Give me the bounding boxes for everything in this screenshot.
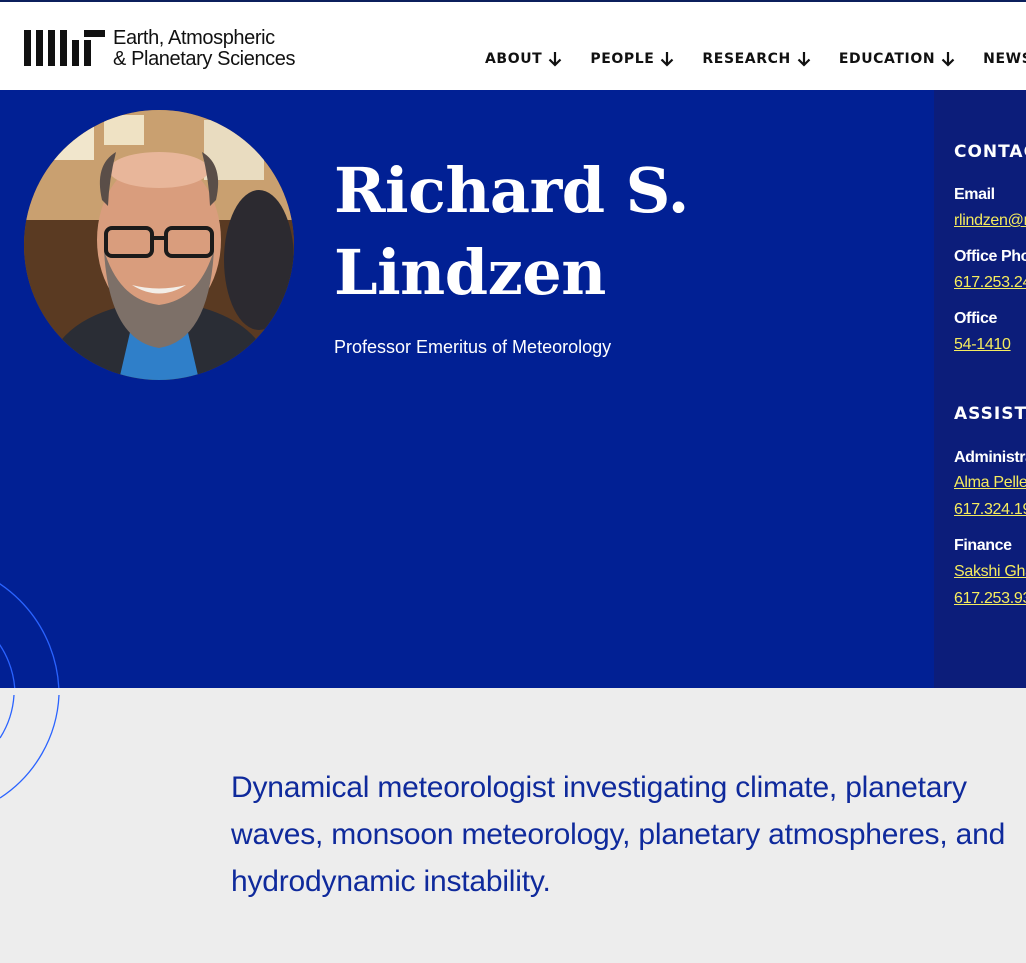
profile-photo xyxy=(24,110,294,380)
profile-title: Professor Emeritus of Meteorology xyxy=(334,337,612,357)
admin-label: Administrative xyxy=(954,449,1026,466)
research-summary: Dynamical meteorologist investigating cl… xyxy=(231,771,1006,898)
nav-about-label: ABOUT xyxy=(485,51,543,67)
site-header: Earth, Atmospheric & Planetary Sciences … xyxy=(0,0,1026,90)
email-link[interactable]: rlindzen@mit.edu xyxy=(954,212,1026,230)
nav-news[interactable]: NEWS + I xyxy=(983,51,1026,67)
arrow-down-icon xyxy=(941,52,955,67)
nav-people[interactable]: PEOPLE xyxy=(590,51,674,67)
logo-text: Earth, Atmospheric & Planetary Sciences xyxy=(113,27,296,70)
name-line-2: Lindzen xyxy=(334,236,606,309)
decorative-circles xyxy=(0,583,60,688)
email-label: Email xyxy=(954,186,995,203)
admin-phone-link[interactable]: 617.324.1947 xyxy=(954,501,1026,519)
site-logo[interactable]: Earth, Atmospheric & Planetary Sciences xyxy=(24,27,296,70)
phone-link[interactable]: 617.253.2432 xyxy=(954,274,1026,292)
office-label: Office xyxy=(954,310,997,327)
admin-name-link[interactable]: Alma Pellecchia xyxy=(954,474,1026,492)
nav-education[interactable]: EDUCATION xyxy=(839,51,955,67)
phone-label: Office Phone xyxy=(954,248,1026,265)
nav-research-label: RESEARCH xyxy=(702,51,791,67)
finance-phone-link[interactable]: 617.253.9354 xyxy=(954,590,1026,608)
office-link[interactable]: 54-1410 xyxy=(954,336,1011,354)
mit-logo-mark xyxy=(24,30,105,68)
profile-hero: Richard S. Lindzen Professor Emeritus of… xyxy=(0,90,934,688)
nav-news-label: NEWS + I xyxy=(983,51,1026,67)
nav-people-label: PEOPLE xyxy=(590,51,655,67)
arrow-down-icon xyxy=(797,52,811,67)
main-nav: ABOUT PEOPLE RESEARCH EDUCATION NEWS + I xyxy=(485,51,1026,67)
portrait-image xyxy=(24,110,294,380)
nav-research[interactable]: RESEARCH xyxy=(702,51,811,67)
contact-sidebar: CONTACT Email rlindzen@mit.edu Office Ph… xyxy=(934,90,1026,688)
page-title: Richard S. Lindzen xyxy=(334,150,689,314)
finance-label: Finance xyxy=(954,537,1012,554)
nav-education-label: EDUCATION xyxy=(838,51,936,67)
arrow-down-icon xyxy=(661,52,674,67)
contact-heading: CONTACT xyxy=(954,142,1026,162)
arrow-down-icon xyxy=(549,52,562,67)
decorative-circles-lower xyxy=(0,694,60,799)
logo-line-1: Earth, Atmospheric xyxy=(113,27,275,49)
logo-line-2: & Planetary Sciences xyxy=(113,48,296,70)
finance-name-link[interactable]: Sakshi Ghai xyxy=(954,563,1026,581)
nav-about[interactable]: ABOUT xyxy=(485,51,562,67)
assistants-heading: ASSISTANTS xyxy=(954,404,1026,424)
name-line-1: Richard S. xyxy=(334,154,689,227)
